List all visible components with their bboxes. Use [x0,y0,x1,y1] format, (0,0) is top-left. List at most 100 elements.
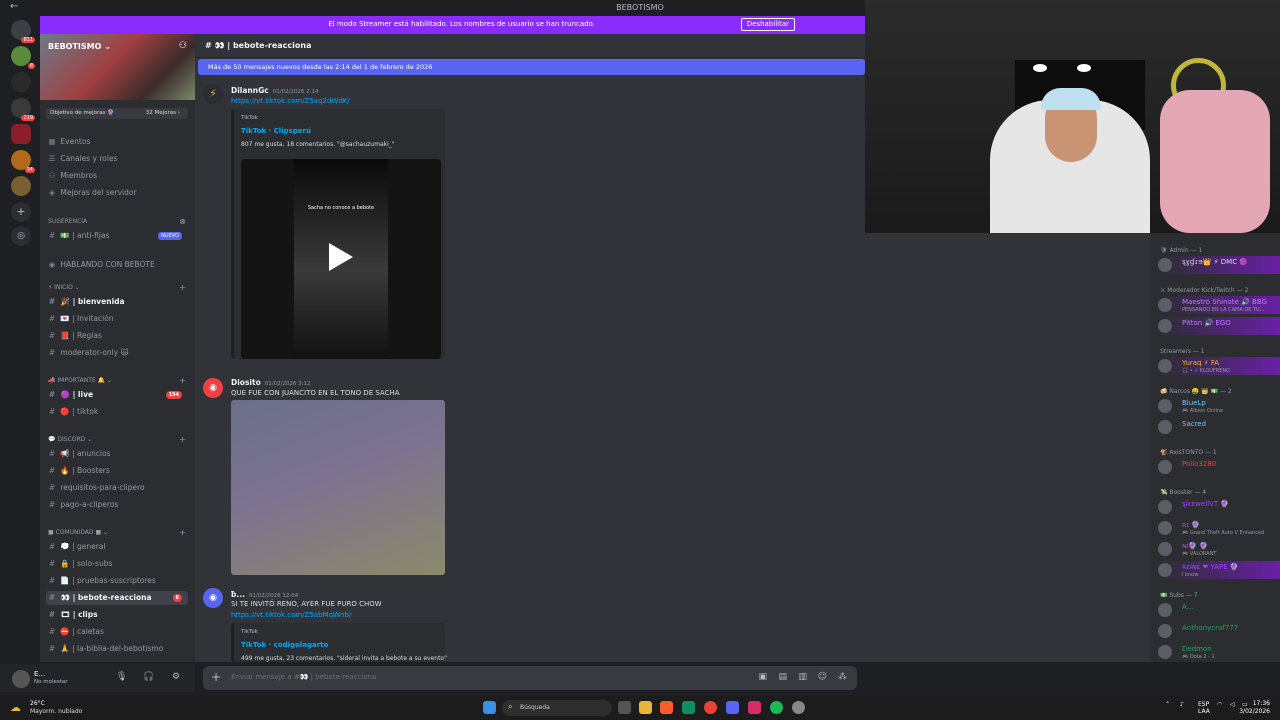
channel-item[interactable]: # 📄 | pruebas-suscriptores [46,574,188,588]
channel-item[interactable]: # 💌 | Invitación [46,312,188,326]
member-item[interactable]: ʀɛɨɴɛ ❤ YAPE 🔮 I know [1158,561,1280,579]
server-icon[interactable] [11,72,31,92]
channel-item[interactable]: # 🙏 | la-biblia-del-bebotismo [46,642,188,656]
channel-item[interactable]: # 📕 | Reglas [46,329,188,343]
member-item[interactable]: BlueLp 🎮 Albion Online [1158,397,1280,415]
gift-icon[interactable]: ▣ [758,672,767,682]
member-item[interactable]: Sacred [1158,418,1280,436]
embed-title[interactable]: TikTok · codigolagarto [241,641,328,649]
message-input[interactable]: Enviar mensaje a #👀 | bebote-reacciona [231,673,376,681]
category-header[interactable]: ■ COMUNIDAD ■ ⌄ + [48,528,188,537]
server-name[interactable]: BEBOTISMO ⌄ [48,42,111,51]
add-channel-icon[interactable]: + [179,435,186,444]
play-icon[interactable] [329,243,353,271]
category-header[interactable]: ⚡ INICIO ⌄ + [48,283,188,292]
message-link[interactable]: https://vt.tiktok.com/ZSabMqWnb/ [231,611,351,619]
add-server-icon[interactable]: + [11,202,31,222]
server-icon[interactable]: 8 [11,46,35,69]
microphone-icon[interactable]: 🎙 [116,672,127,682]
obs-icon[interactable] [792,701,805,714]
message-link[interactable]: https://vt.tiktok.com/ZSaq2dWdK/ [231,97,350,105]
image-attachment[interactable] [231,400,445,575]
avatar[interactable]: ◉ [203,588,223,608]
channel-item[interactable]: # 👀 | bebote-reacciona 8 [46,591,188,605]
channel-item[interactable]: # 🔒 | solo-subs [46,557,188,571]
member-item[interactable]: ɴɨ🔮 🔮 🎮 VALORANT [1158,540,1280,558]
channel-item[interactable]: # requisitos-para-clipero [46,481,188,495]
tray-chevron-icon[interactable]: ⌃ [1165,701,1170,708]
add-channel-icon[interactable]: + [179,376,186,385]
add-attachment-icon[interactable]: + [211,670,221,684]
app-icon[interactable] [748,701,761,714]
channel-item[interactable]: # 🔥 | Boosters [46,464,188,478]
weather-desc[interactable]: Mayorm. nublado [30,708,82,715]
avatar[interactable]: ⚡ [203,84,223,104]
channel-anti-fijas[interactable]: # 💵 | anti-fijas NUEVO [46,229,188,243]
brave-icon[interactable] [660,701,673,714]
disable-streamer-mode-button[interactable]: Deshabilitar [740,18,795,31]
member-item[interactable]: Pollo3280 [1158,458,1280,476]
member-item[interactable]: A... [1158,601,1280,619]
message-composer[interactable]: + Enviar mensaje a #👀 | bebote-reacciona… [203,666,857,690]
direct-messages-icon[interactable]: 811 [11,20,35,43]
avatar[interactable] [1158,521,1172,535]
channel-item[interactable]: # ⛔ | caletas [46,625,188,639]
avatar[interactable] [1158,420,1172,434]
member-item[interactable]: ȿɣɠɾɘ👑 ⚡ DMC 🟣 [1158,256,1280,274]
avatar[interactable] [1158,645,1172,659]
channel-item[interactable]: # 🔴 | tiktok [46,405,188,419]
menu-members[interactable]: ⚇ Miembros [46,169,188,183]
wifi-icon[interactable]: ◠ [1217,701,1222,708]
boost-goal-bar[interactable]: Objetivo de mejoras 🔮 32 Mejoras › [46,108,188,119]
channel-item[interactable]: # pago-a-cliperos [46,498,188,512]
member-item[interactable]: ȿɨɛɛwellVT 🔮 [1158,498,1280,516]
message-author[interactable]: DilannGc 01/02/2026 2:14 [231,86,319,95]
language-indicator[interactable]: ESP LAA [1198,701,1210,715]
channel-item[interactable]: # 🎞 | clips [46,608,188,622]
avatar[interactable] [1158,460,1172,474]
avatar[interactable] [12,670,30,688]
member-item[interactable]: ʀɪ 🔮 🎮 Grand Theft Auto V Enhanced [1158,519,1280,537]
windows-start-icon[interactable] [483,701,496,714]
embed-title[interactable]: TikTok · Clipsperú [241,127,311,135]
chrome-icon[interactable] [704,701,717,714]
server-icon[interactable]: 34 [11,150,35,173]
new-messages-bar[interactable]: Más de 50 mensajes nuevos desde las 2:14… [198,59,865,75]
avatar[interactable]: ◉ [203,378,223,398]
category-header[interactable]: 📣 IMPORTANTE 🔔 ⌄ + [48,376,188,385]
weather-temp[interactable]: 26°C [30,700,45,707]
message-author[interactable]: Diosito 01/02/2026 3:12 [231,378,311,387]
add-channel-icon[interactable]: + [179,528,186,537]
add-channel-icon[interactable]: + [179,283,186,292]
stage-channel[interactable]: ◉ HABLANDO CON BEBOTE [46,258,188,272]
avatar[interactable] [1158,399,1172,413]
avatar[interactable] [1158,500,1172,514]
message-author[interactable]: ƀ... 01/02/2026 12:04 [231,590,298,599]
menu-events[interactable]: ▦ Eventos [46,135,188,149]
app-icon[interactable] [682,701,695,714]
avatar[interactable] [1158,359,1172,373]
avatar[interactable] [1158,563,1172,577]
channel-item[interactable]: # moderator-only 🙀 [46,346,188,360]
discord-icon[interactable] [726,701,739,714]
server-icon[interactable] [11,176,31,196]
volume-icon[interactable]: ◁ [1230,701,1235,708]
weather-icon[interactable]: ☁ [10,701,21,714]
menu-server-boost[interactable]: ◈ Mejoras del servidor [46,186,188,200]
headphones-icon[interactable]: 🎧 [143,672,154,682]
taskbar-search[interactable]: ⌕ Búsqueda [502,700,612,716]
avatar[interactable] [1158,542,1172,556]
channel-item[interactable]: # 💭 | general [46,540,188,554]
member-item[interactable]: Dedmon 🎮 Dota 2 - 1 [1158,643,1280,661]
member-item[interactable]: Maestro Shinote 🔊 BBG PENSANDO EN LA CAMA… [1158,296,1280,314]
member-item[interactable]: Pitton 🔊 EGO [1158,317,1280,335]
avatar[interactable] [1158,258,1172,272]
dismiss-icon[interactable]: ⊗ [179,217,186,226]
channel-item[interactable]: # 🎉 | bienvenida [46,295,188,309]
channel-item[interactable]: # 🟣 | live 194 [46,388,188,402]
avatar[interactable] [1158,319,1172,333]
gif-icon[interactable]: ▤ [778,672,787,682]
apps-icon[interactable]: ⁂ [838,672,847,682]
file-explorer-icon[interactable] [639,701,652,714]
server-icon-active[interactable] [11,124,31,144]
